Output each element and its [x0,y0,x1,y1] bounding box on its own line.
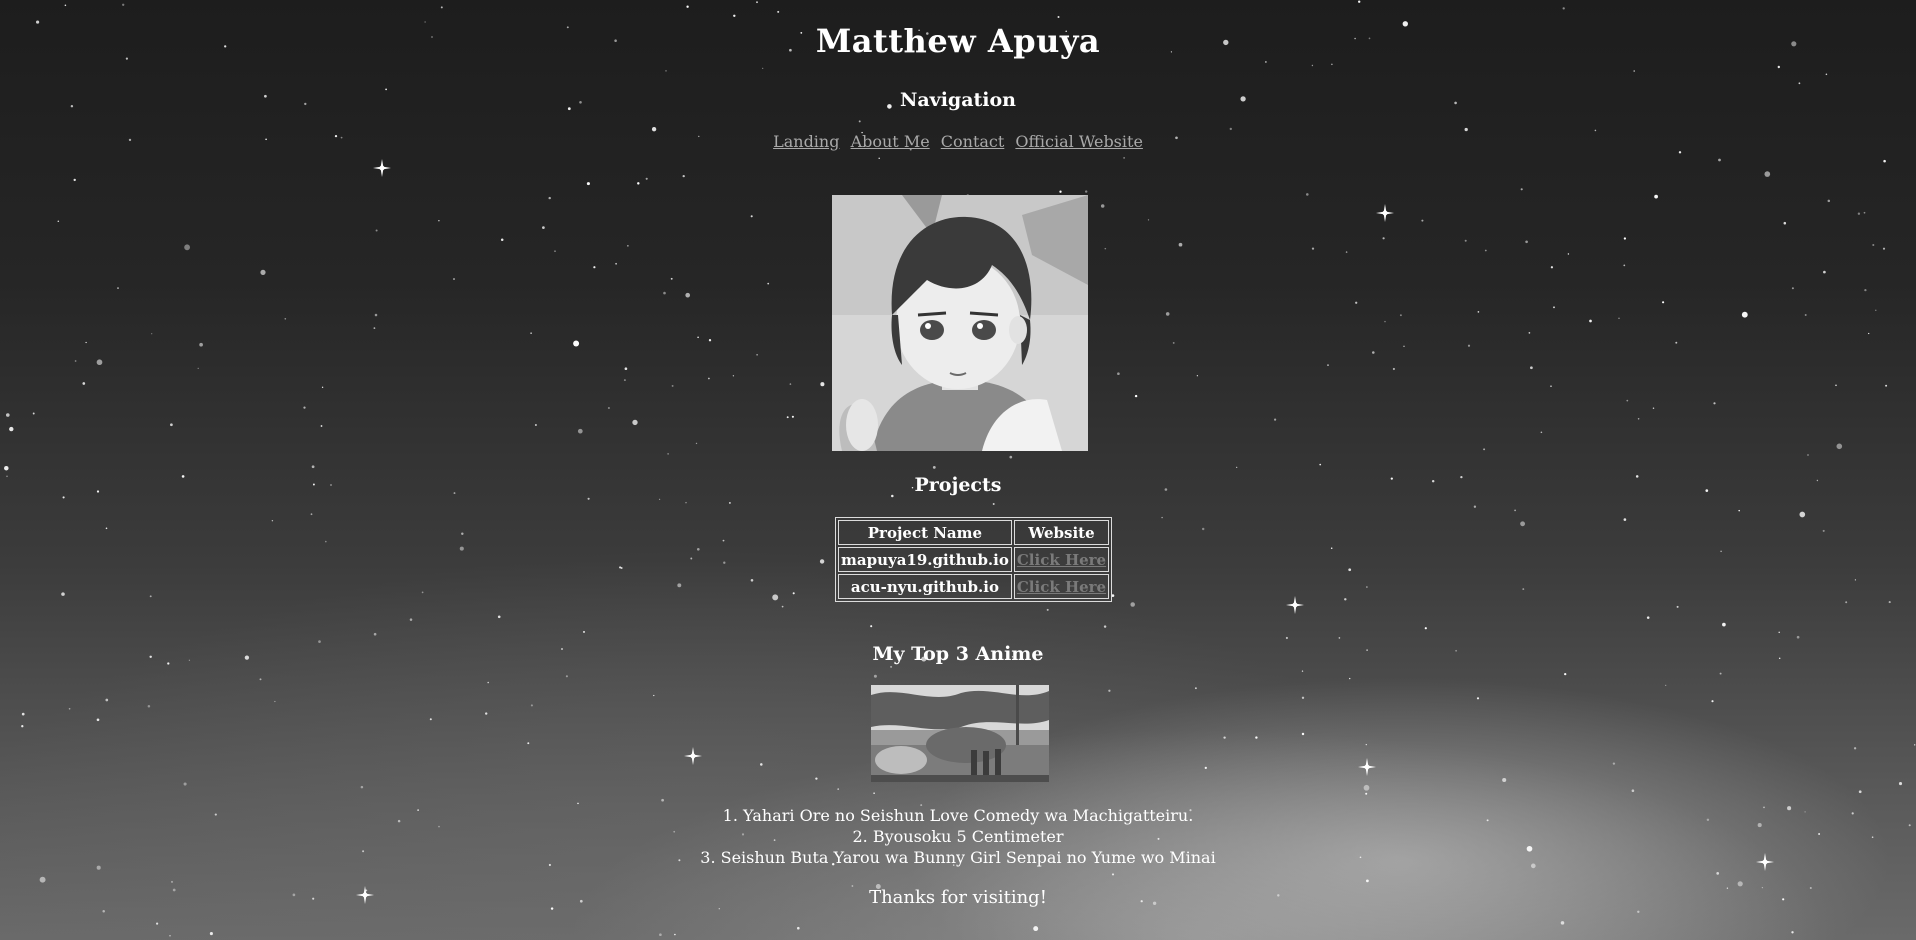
column-header-website: Website [1013,520,1110,545]
table-header-row: Project Name Website [838,520,1110,545]
profile-avatar-image [832,195,1088,451]
website-cell: Click Here [1013,574,1110,599]
project-link[interactable]: Click Here [1017,578,1106,596]
projects-heading: Projects [914,474,1002,496]
project-name-cell: acu-nyu.github.io [838,574,1012,599]
table-row: acu-nyu.github.io Click Here [838,574,1110,599]
list-item: 2. Byousoku 5 Centimeter [852,827,1064,846]
table-row: mapuya19.github.io Click Here [838,547,1110,572]
anime-heading: My Top 3 Anime [872,643,1044,665]
navigation-links: Landing About Me Contact Official Websit… [0,132,1916,151]
anime-scene-image [871,685,1049,782]
navigation-heading: Navigation [899,89,1016,111]
site-title: Matthew Apuya [815,22,1101,60]
list-item: 1. Yahari Ore no Seishun Love Comedy wa … [722,806,1194,825]
project-name-cell: mapuya19.github.io [838,547,1012,572]
nav-link-landing[interactable]: Landing [773,132,839,151]
nav-link-about-me[interactable]: About Me [851,132,930,151]
projects-table: Project Name Website mapuya19.github.io … [835,517,1113,602]
list-item: 3. Seishun Buta Yarou wa Bunny Girl Senp… [700,848,1216,867]
nav-link-official-website[interactable]: Official Website [1015,132,1143,151]
website-cell: Click Here [1013,547,1110,572]
nav-link-contact[interactable]: Contact [941,132,1005,151]
thanks-message: Thanks for visiting! [869,887,1047,908]
project-link[interactable]: Click Here [1017,551,1106,569]
anime-list: 1. Yahari Ore no Seishun Love Comedy wa … [0,805,1916,868]
column-header-project-name: Project Name [838,520,1012,545]
